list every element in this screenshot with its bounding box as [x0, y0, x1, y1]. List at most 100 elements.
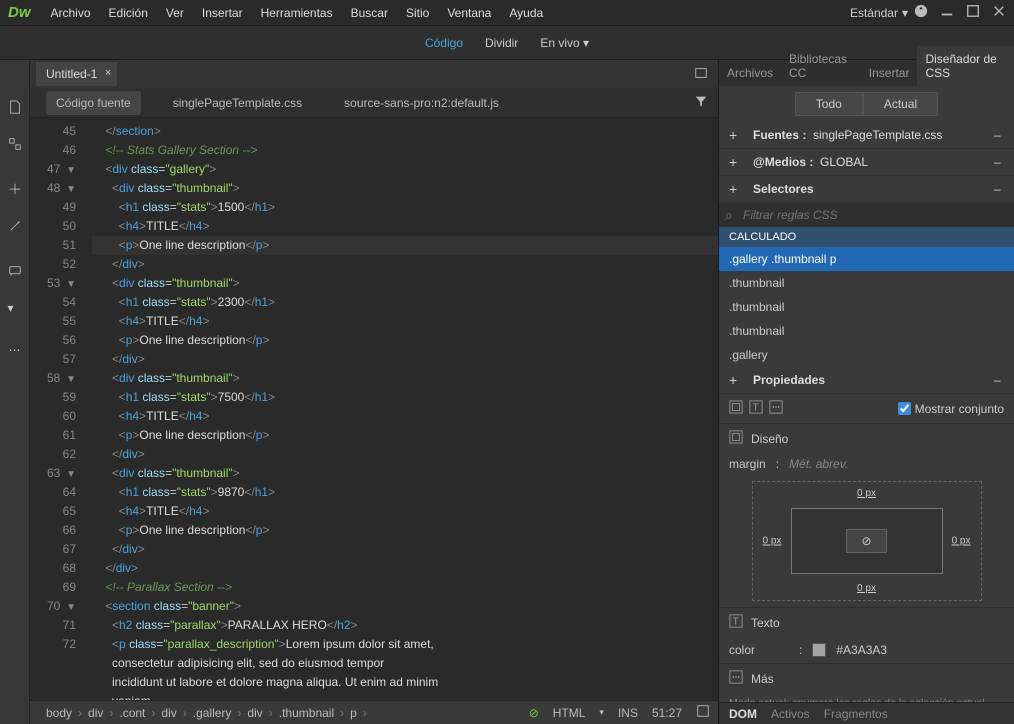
related-files-icon[interactable] [694, 66, 710, 82]
selector-item[interactable]: .thumbnail [719, 271, 1014, 295]
menu-ventana[interactable]: Ventana [447, 6, 491, 20]
breadcrumb-item[interactable]: .gallery [185, 704, 240, 722]
menu-sitio[interactable]: Sitio [406, 6, 429, 20]
maximize-icon[interactable] [966, 4, 980, 21]
view-split-button[interactable]: Dividir [485, 36, 518, 50]
color-swatch[interactable] [812, 643, 826, 657]
margin-left-value[interactable]: 0 px [763, 536, 782, 547]
bottom-tab[interactable]: Activos [771, 707, 810, 721]
menu-ver[interactable]: Ver [166, 6, 184, 20]
status-ok-icon[interactable]: ⊘ [529, 706, 539, 720]
selector-item[interactable]: .gallery [719, 343, 1014, 367]
add-source-icon[interactable]: + [729, 127, 743, 143]
view-code-button[interactable]: Código [425, 36, 463, 50]
source-code-tab[interactable]: Código fuente [46, 91, 141, 115]
expand-icon[interactable] [8, 182, 22, 199]
panel-tab[interactable]: Diseñador de CSS [917, 46, 1014, 86]
related-css-tab[interactable]: singlePageTemplate.css [163, 91, 312, 115]
language-indicator[interactable]: HTML [553, 706, 586, 720]
menu-archivo[interactable]: Archivo [51, 6, 91, 20]
related-js-tab[interactable]: source-sans-pro:n2:default.js [334, 91, 509, 115]
menu-insertar[interactable]: Insertar [202, 6, 243, 20]
code-editor[interactable]: 454647 ▼48 ▼4950515253 ▼5455565758 ▼5960… [30, 118, 718, 700]
files-manage-icon[interactable] [8, 137, 22, 154]
add-property-icon[interactable]: + [729, 372, 743, 388]
media-section[interactable]: + – @Medios : GLOBAL [719, 149, 1014, 176]
code-content[interactable]: </section> <!-- Stats Gallery Section --… [82, 118, 718, 700]
box-model-editor[interactable]: 0 px 0 px 0 px 0 px ⊘ [752, 481, 982, 601]
panel-tab[interactable]: Archivos [719, 60, 781, 86]
close-icon[interactable] [992, 4, 1006, 21]
remove-icon[interactable]: – [994, 182, 1004, 196]
more-category-icon[interactable] [769, 400, 783, 417]
chevron-down-icon: ▾ [583, 36, 589, 50]
filter-wrapper [719, 203, 1014, 227]
more-icon [729, 670, 743, 687]
menu-ayuda[interactable]: Ayuda [509, 6, 543, 20]
margin-shorthand-hint: Mét. abrev. [789, 457, 848, 471]
selector-list: CALCULADO .gallery .thumbnail p.thumbnai… [719, 227, 1014, 367]
view-live-label: En vivo [540, 36, 579, 50]
color-label: color [729, 643, 789, 657]
remove-icon[interactable]: – [994, 155, 1004, 169]
selector-item[interactable]: .thumbnail [719, 319, 1014, 343]
all-button[interactable]: Todo [795, 92, 863, 116]
document-view-toolbar: Código Dividir En vivo ▾ [0, 26, 1014, 60]
properties-section[interactable]: + – Propiedades [719, 367, 1014, 394]
panel-tab[interactable]: Bibliotecas CC [781, 46, 861, 86]
chevron-down-icon[interactable]: ▾ [8, 301, 22, 315]
document-tab[interactable]: Untitled-1 × [36, 62, 117, 86]
close-icon[interactable]: × [105, 67, 111, 79]
view-live-button[interactable]: En vivo ▾ [540, 36, 589, 50]
bottom-panel-tabs: DOM Activos Fragmentos [719, 702, 1014, 724]
menu-edición[interactable]: Edición [109, 6, 148, 20]
status-bar: bodydiv.contdiv.gallerydiv.thumbnailp ⊘ … [30, 700, 718, 724]
bottom-tab[interactable]: Fragmentos [824, 707, 888, 721]
breadcrumb-item[interactable]: .thumbnail [271, 704, 342, 722]
workspace-switcher[interactable]: Estándar ▾ [850, 6, 908, 20]
sources-section[interactable]: + – Fuentes : singlePageTemplate.css [719, 122, 1014, 149]
margin-top-value[interactable]: 0 px [857, 488, 876, 499]
overview-icon[interactable] [696, 704, 710, 721]
file-icon[interactable] [8, 100, 22, 117]
show-set-checkbox[interactable]: Mostrar conjunto [898, 402, 1004, 416]
menu-buscar[interactable]: Buscar [351, 6, 388, 20]
remove-icon[interactable]: – [994, 128, 1004, 142]
bottom-tab[interactable]: DOM [729, 707, 757, 721]
wand-icon[interactable] [8, 219, 22, 236]
breadcrumb-item[interactable]: p [342, 704, 365, 722]
breadcrumb-item[interactable]: .cont [111, 704, 153, 722]
selectors-label: Selectores [753, 182, 814, 196]
margin-right-value[interactable]: 0 px [952, 536, 971, 547]
text-group-label: Texto [751, 616, 780, 630]
more-icon[interactable]: ⋯ [9, 343, 21, 357]
add-media-icon[interactable]: + [729, 154, 743, 170]
panel-tab[interactable]: Insertar [861, 60, 918, 86]
layout-category-icon[interactable] [729, 400, 743, 417]
comment-icon[interactable] [8, 264, 22, 281]
minimize-icon[interactable] [940, 4, 954, 21]
breadcrumb-item[interactable]: div [239, 704, 270, 722]
selectors-section[interactable]: + – Selectores [719, 176, 1014, 203]
breadcrumb-item[interactable]: div [153, 704, 184, 722]
filter-css-input[interactable] [719, 203, 1014, 227]
breadcrumb-item[interactable]: body [38, 704, 80, 722]
css-designer-panel: ArchivosBibliotecas CCInsertarDiseñador … [718, 60, 1014, 724]
remove-icon[interactable]: – [994, 373, 1004, 387]
menu-herramientas[interactable]: Herramientas [261, 6, 333, 20]
breadcrumb-item[interactable]: div [80, 704, 111, 722]
text-category-icon[interactable]: T [749, 400, 763, 417]
layout-group-label: Diseño [751, 432, 788, 446]
sync-settings-icon[interactable] [914, 4, 928, 21]
link-values-icon[interactable]: ⊘ [846, 529, 886, 553]
filter-icon[interactable] [694, 94, 708, 111]
current-button[interactable]: Actual [863, 92, 938, 116]
color-value[interactable]: #A3A3A3 [836, 643, 887, 657]
property-category-icons: T Mostrar conjunto [719, 394, 1014, 423]
editor-area: Untitled-1 × Código fuente singlePageTem… [30, 60, 718, 724]
insert-mode-indicator[interactable]: INS [618, 706, 638, 720]
selector-item[interactable]: .gallery .thumbnail p [719, 247, 1014, 271]
add-selector-icon[interactable]: + [729, 181, 743, 197]
selector-item[interactable]: .thumbnail [719, 295, 1014, 319]
margin-bottom-value[interactable]: 0 px [857, 583, 876, 594]
